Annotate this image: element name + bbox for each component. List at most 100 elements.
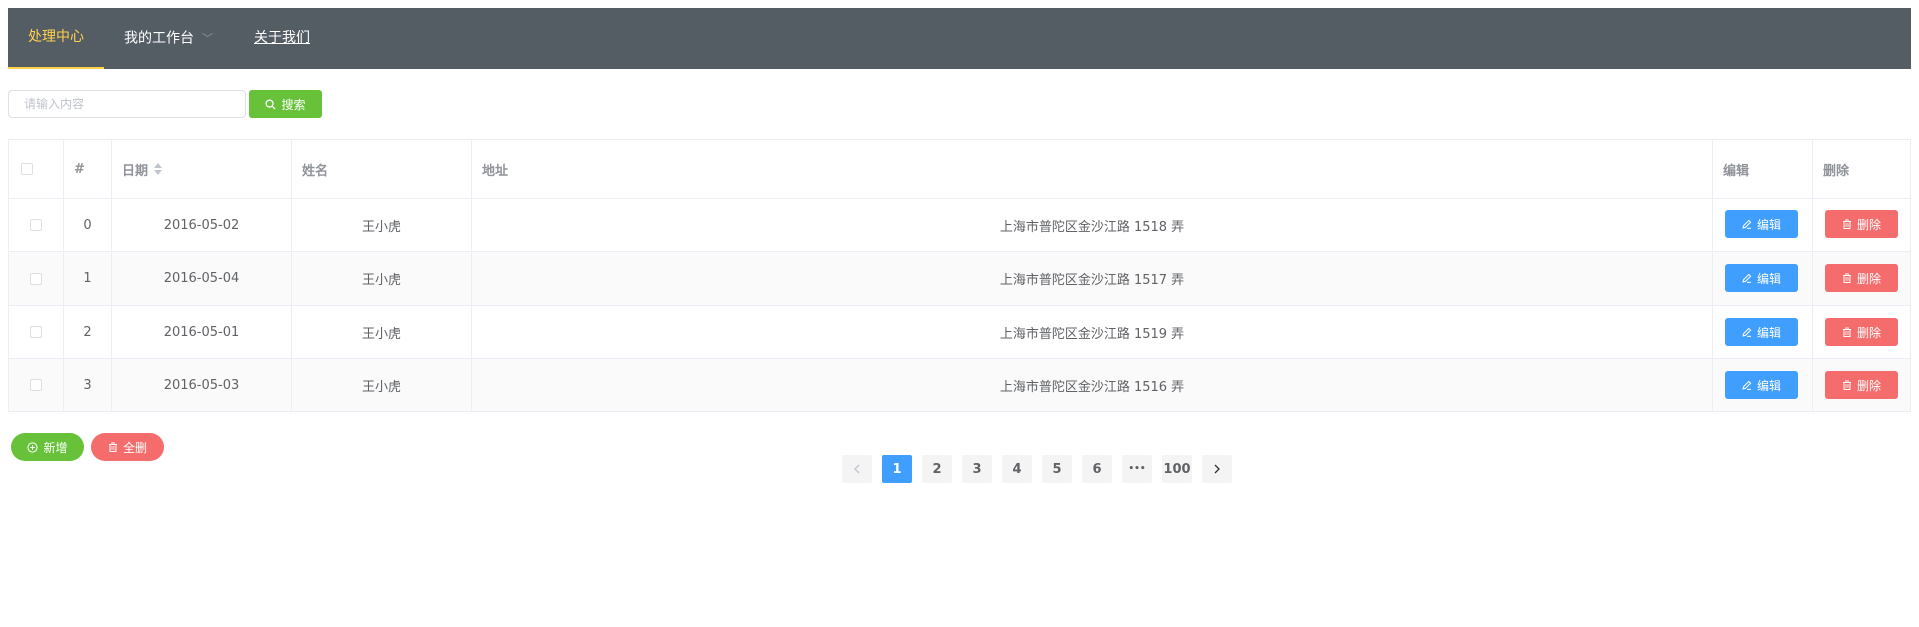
row-address: 上海市普陀区金沙江路 1518 弄 <box>999 219 1185 235</box>
row-name: 王小虎 <box>361 273 401 288</box>
delete-button-label: 删除 <box>1856 217 1881 232</box>
row-date: 2016-05-04 <box>163 271 240 286</box>
edit-button[interactable]: 编辑 <box>1725 210 1798 238</box>
row-date: 2016-05-02 <box>163 217 240 233</box>
edit-pencil-icon <box>1742 327 1752 337</box>
trash-icon <box>108 442 117 452</box>
nav-item-label: 关于我们 <box>254 30 310 46</box>
add-button-label: 新增 <box>43 440 68 455</box>
page-button-4[interactable]: 4 <box>1002 455 1032 483</box>
nav-item-processing-center[interactable]: 处理中心 <box>8 8 104 69</box>
header-delete-label: 删除 <box>1823 163 1850 179</box>
delete-button[interactable]: 删除 <box>1825 264 1898 292</box>
delete-button[interactable]: 删除 <box>1825 210 1898 238</box>
row-checkbox[interactable] <box>30 219 42 231</box>
next-page-button[interactable] <box>1202 455 1232 483</box>
header-address: 地址 <box>472 140 1713 198</box>
prev-page-button[interactable] <box>842 455 872 483</box>
header-index-label: # <box>74 161 85 177</box>
chevron-right-icon <box>1214 464 1220 474</box>
row-index: 2 <box>83 324 92 340</box>
delete-button-label: 删除 <box>1856 271 1881 286</box>
delete-all-button-label: 全删 <box>122 440 147 455</box>
edit-button[interactable]: 编辑 <box>1725 264 1798 292</box>
trash-icon <box>1842 380 1851 390</box>
plus-circle-icon <box>27 441 39 453</box>
delete-button-label: 删除 <box>1856 378 1881 393</box>
page-button-1[interactable]: 1 <box>882 455 912 483</box>
data-table: # 日期 姓名 地址 编辑 删除 0 2016-05-02 王小虎 上海市普陀区… <box>8 139 1911 412</box>
delete-button[interactable]: 删除 <box>1825 318 1898 346</box>
search-button[interactable]: 搜索 <box>249 90 322 118</box>
page-button-3[interactable]: 3 <box>962 455 992 483</box>
table-row: 2 2016-05-01 王小虎 上海市普陀区金沙江路 1519 弄 <box>9 306 1910 359</box>
edit-button-label: 编辑 <box>1756 378 1781 393</box>
nav-item-my-workbench[interactable]: 我的工作台 ﹀ <box>124 8 234 69</box>
header-name: 姓名 <box>292 140 472 198</box>
page-number: 100 <box>1163 461 1191 477</box>
row-index: 1 <box>83 271 92 286</box>
row-name: 王小虎 <box>361 379 401 395</box>
header-date-label: 日期 <box>122 163 149 179</box>
header-edit: 编辑 <box>1713 140 1813 198</box>
page-number: 5 <box>1052 461 1062 477</box>
row-date: 2016-05-03 <box>163 377 240 393</box>
page-number: 6 <box>1092 461 1102 477</box>
row-name: 王小虎 <box>361 219 401 235</box>
add-button[interactable]: 新增 <box>11 433 84 461</box>
ellipsis-icon: ••• <box>1128 464 1146 474</box>
page-ellipsis-button[interactable]: ••• <box>1122 455 1152 483</box>
header-name-label: 姓名 <box>302 163 329 179</box>
edit-button[interactable]: 编辑 <box>1725 371 1798 399</box>
page-number: 3 <box>972 461 982 477</box>
row-date: 2016-05-01 <box>163 324 240 340</box>
header-delete: 删除 <box>1813 140 1910 198</box>
row-name: 王小虎 <box>361 326 401 342</box>
edit-button[interactable]: 编辑 <box>1725 318 1798 346</box>
sort-caret-icon[interactable] <box>154 163 163 175</box>
header-select-cell <box>9 140 64 198</box>
table-header-row: # 日期 姓名 地址 编辑 删除 <box>9 140 1910 199</box>
chevron-down-icon: ﹀ <box>202 32 213 45</box>
table-row: 0 2016-05-02 王小虎 上海市普陀区金沙江路 1518 弄 <box>9 199 1910 252</box>
trash-icon <box>1842 219 1851 229</box>
row-index: 3 <box>83 377 92 393</box>
header-edit-label: 编辑 <box>1723 163 1750 179</box>
row-checkbox[interactable] <box>30 379 42 391</box>
table-row: 3 2016-05-03 王小虎 上海市普陀区金沙江路 1516 弄 <box>9 359 1910 411</box>
select-all-checkbox[interactable] <box>21 163 33 175</box>
header-index: # <box>64 140 112 198</box>
edit-pencil-icon <box>1742 273 1752 283</box>
row-index: 0 <box>83 217 92 233</box>
trash-icon <box>1842 273 1851 283</box>
chevron-left-icon <box>854 464 860 474</box>
edit-pencil-icon <box>1742 380 1752 390</box>
row-checkbox[interactable] <box>30 272 42 285</box>
page-button-2[interactable]: 2 <box>922 455 952 483</box>
page-number: 2 <box>932 461 942 477</box>
page-number: 4 <box>1012 461 1022 477</box>
search-input[interactable] <box>8 90 246 118</box>
row-address: 上海市普陀区金沙江路 1519 弄 <box>999 326 1185 342</box>
header-date[interactable]: 日期 <box>112 140 292 198</box>
search-button-label: 搜索 <box>281 97 306 112</box>
edit-button-label: 编辑 <box>1756 217 1781 232</box>
page-number: 1 <box>892 461 902 477</box>
nav-item-about-us[interactable]: 关于我们 <box>254 8 334 69</box>
delete-button[interactable]: 删除 <box>1825 371 1898 399</box>
page-button-5[interactable]: 5 <box>1042 455 1072 483</box>
trash-icon <box>1842 327 1851 337</box>
edit-button-label: 编辑 <box>1756 271 1781 286</box>
row-checkbox[interactable] <box>30 326 42 338</box>
row-address: 上海市普陀区金沙江路 1516 弄 <box>999 379 1185 395</box>
page-button-6[interactable]: 6 <box>1082 455 1112 483</box>
delete-all-button[interactable]: 全删 <box>91 433 164 461</box>
top-nav-menu: 处理中心 我的工作台 ﹀ 关于我们 <box>8 8 1911 69</box>
header-address-label: 地址 <box>482 163 509 179</box>
edit-pencil-icon <box>1742 219 1752 229</box>
table-row: 1 2016-05-04 王小虎 上海市普陀区金沙江路 1517 弄 <box>9 252 1910 306</box>
edit-button-label: 编辑 <box>1756 325 1781 340</box>
page-button-last[interactable]: 100 <box>1162 455 1192 483</box>
row-address: 上海市普陀区金沙江路 1517 弄 <box>999 273 1185 288</box>
nav-item-label: 处理中心 <box>28 29 84 45</box>
